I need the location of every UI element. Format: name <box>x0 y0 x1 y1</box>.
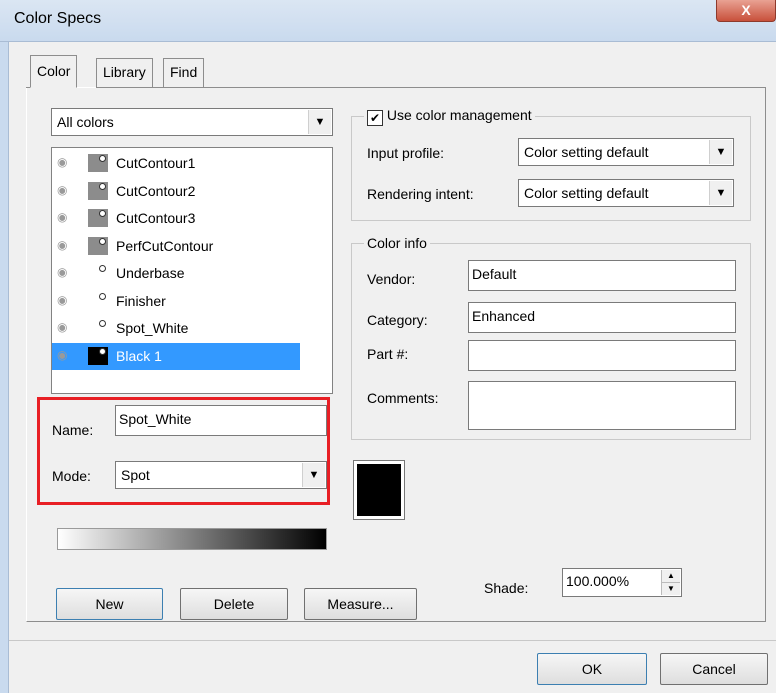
part-number-label: Part #: <box>367 346 409 362</box>
visibility-eye-icon[interactable]: ◉ <box>57 320 71 334</box>
input-profile-value: Color setting default <box>524 144 649 160</box>
comments-input[interactable] <box>468 381 736 430</box>
shade-label: Shade: <box>484 580 529 596</box>
color-swatch <box>88 319 108 337</box>
list-item[interactable]: ◉ Black 1 <box>52 342 300 370</box>
vendor-value: Default <box>472 266 517 282</box>
color-info-legend: Color info <box>364 235 430 251</box>
shade-spinbox[interactable]: 100.000% ▲ ▼ <box>562 568 682 597</box>
color-filter-value: All colors <box>57 114 114 130</box>
color-swatch <box>88 264 108 282</box>
color-swatch <box>88 209 108 227</box>
color-list[interactable]: ◉ CutContour1 ◉ CutContour2 ◉ CutContour3 ◉ Per… <box>51 147 333 394</box>
window-frame-left <box>0 42 9 693</box>
list-item-label: CutContour3 <box>116 210 196 226</box>
list-item-label: PerfCutContour <box>116 237 214 254</box>
color-preview-swatch <box>353 460 405 520</box>
spot-dot-icon <box>99 182 106 190</box>
title-bar <box>0 0 776 42</box>
visibility-eye-icon[interactable]: ◉ <box>57 293 71 307</box>
list-item-label: Spot_White <box>116 320 189 336</box>
rendering-intent-label: Rendering intent: <box>367 186 474 202</box>
color-swatch <box>88 181 108 200</box>
visibility-eye-icon[interactable]: ◉ <box>57 210 71 224</box>
vendor-input[interactable]: Default <box>468 260 736 291</box>
tint-gradient-bar[interactable] <box>57 528 327 550</box>
use-color-management-checkbox[interactable]: ✔ <box>367 110 383 126</box>
category-input[interactable]: Enhanced <box>468 302 736 333</box>
tab-library[interactable]: Library <box>96 58 153 88</box>
list-item[interactable]: ◉ Spot_White <box>52 315 300 342</box>
list-item[interactable]: ◉ CutContour3 <box>52 205 300 232</box>
tab-find[interactable]: Find <box>163 58 205 88</box>
list-item-label: CutContour1 <box>116 155 196 171</box>
list-item-label: Underbase <box>116 265 185 281</box>
cancel-button[interactable]: Cancel <box>660 653 768 685</box>
color-management-legend: ✔ Use color management <box>364 107 535 126</box>
chevron-down-icon[interactable]: ▼ <box>709 181 732 205</box>
part-number-input[interactable] <box>468 340 736 371</box>
new-button[interactable]: New <box>56 588 163 620</box>
visibility-eye-icon[interactable]: ◉ <box>57 238 71 252</box>
list-item[interactable]: ◉ Underbase <box>52 260 300 287</box>
tab-panel-top-border <box>96 87 766 88</box>
color-swatch <box>88 154 108 172</box>
spot-dot-icon <box>99 155 106 162</box>
separator <box>9 640 776 641</box>
input-profile-label: Input profile: <box>367 145 445 161</box>
visibility-eye-icon[interactable]: ◉ <box>57 265 71 279</box>
spot-dot-icon <box>99 237 106 245</box>
chevron-down-icon[interactable]: ▼ <box>308 110 331 134</box>
list-item[interactable]: ◉ CutContour2 <box>52 178 300 205</box>
spot-dot-icon <box>99 292 106 300</box>
chevron-down-icon[interactable]: ▼ <box>709 140 732 164</box>
shade-value: 100.000% <box>566 573 630 589</box>
spot-dot-icon <box>99 265 106 272</box>
vendor-label: Vendor: <box>367 271 416 287</box>
tab-color[interactable]: Color <box>30 55 78 88</box>
list-item-label: Black 1 <box>116 347 162 364</box>
rendering-intent-select[interactable]: Color setting default ▼ <box>518 179 734 207</box>
color-preview-fill <box>357 464 401 516</box>
ok-button[interactable]: OK <box>537 653 647 685</box>
spot-dot-icon <box>99 210 106 217</box>
category-value: Enhanced <box>472 308 536 324</box>
shade-down-icon[interactable]: ▼ <box>662 583 680 595</box>
delete-button[interactable]: Delete <box>180 588 288 620</box>
color-filter-select[interactable]: All colors ▼ <box>51 108 333 136</box>
highlight-box <box>37 397 330 505</box>
shade-stepper[interactable]: ▲ ▼ <box>661 570 680 595</box>
visibility-eye-icon[interactable]: ◉ <box>57 348 71 362</box>
color-swatch <box>88 346 108 365</box>
rendering-intent-value: Color setting default <box>524 185 649 201</box>
list-item[interactable]: ◉ Finisher <box>52 288 300 315</box>
shade-up-icon[interactable]: ▲ <box>662 570 680 583</box>
use-color-management-label: Use color management <box>386 107 532 123</box>
tab-color-label: Color <box>37 63 71 79</box>
input-profile-select[interactable]: Color setting default ▼ <box>518 138 734 166</box>
window-title: Color Specs <box>14 10 102 27</box>
color-swatch <box>88 236 108 255</box>
visibility-eye-icon[interactable]: ◉ <box>57 155 71 169</box>
list-item-label: CutContour2 <box>116 182 196 199</box>
measure-button[interactable]: Measure... <box>304 588 417 620</box>
spot-dot-icon <box>99 347 106 355</box>
category-label: Category: <box>367 312 428 328</box>
color-swatch <box>88 291 108 310</box>
list-item-label: Finisher <box>116 292 166 309</box>
list-item[interactable]: ◉ PerfCutContour <box>52 233 300 260</box>
tab-library-label: Library <box>103 64 146 80</box>
list-item[interactable]: ◉ CutContour1 <box>52 150 300 177</box>
comments-label: Comments: <box>367 390 439 406</box>
close-button[interactable]: X <box>716 0 776 22</box>
tab-find-label: Find <box>170 64 198 80</box>
spot-dot-icon <box>99 320 106 327</box>
visibility-eye-icon[interactable]: ◉ <box>57 183 71 197</box>
